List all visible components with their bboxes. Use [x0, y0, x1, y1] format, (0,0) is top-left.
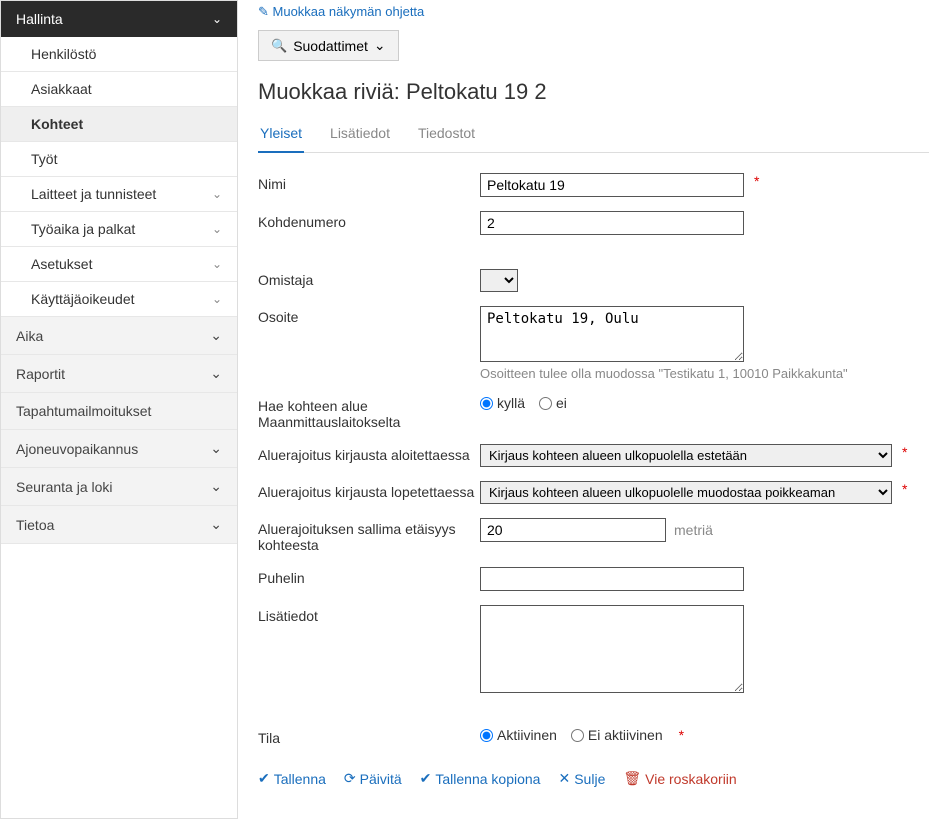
sidebar-group-label: Seuranta ja loki	[16, 479, 113, 495]
target-number-input[interactable]	[480, 211, 744, 235]
label-address: Osoite	[258, 306, 480, 325]
distance-unit: metriä	[674, 518, 713, 538]
address-textarea[interactable]: Peltokatu 19, Oulu	[480, 306, 744, 362]
chevron-down-icon: ⌄	[210, 365, 222, 382]
edit-help-link[interactable]: Muokkaa näkymän ohjetta	[258, 0, 929, 30]
limit-start-select[interactable]: Kirjaus kohteen alueen ulkopuolella este…	[480, 444, 892, 467]
sidebar-item-kayttajaoikeudet[interactable]: Käyttäjäoikeudet ⌄	[1, 282, 237, 317]
name-input[interactable]	[480, 173, 744, 197]
sidebar-group-label: Aika	[16, 328, 43, 344]
label-info: Lisätiedot	[258, 605, 480, 624]
trash-button[interactable]: 🗑 Vie roskakoriin	[623, 770, 736, 787]
sidebar-group-tapahtumailmoitukset[interactable]: Tapahtumailmoitukset	[1, 393, 237, 430]
save-button[interactable]: ✔ Tallenna	[258, 770, 326, 787]
sidebar-item-asetukset[interactable]: Asetukset ⌄	[1, 247, 237, 282]
sidebar-item-label: Asetukset	[31, 256, 92, 272]
label-limit-end: Aluerajoitus kirjausta lopetettaessa	[258, 481, 480, 500]
chevron-down-icon: ⌄	[210, 440, 222, 457]
limit-end-select[interactable]: Kirjaus kohteen alueen ulkopuolelle muod…	[480, 481, 892, 504]
sidebar-item-label: Henkilöstö	[31, 46, 96, 62]
check-icon: ✔	[258, 770, 270, 787]
chevron-down-icon: ⌄	[210, 516, 222, 533]
refresh-button[interactable]: ⟳ Päivitä	[344, 770, 402, 787]
radio-status-active[interactable]: Aktiivinen	[480, 727, 557, 743]
radio-status-inactive-input[interactable]	[571, 729, 584, 742]
required-marker: *	[902, 444, 907, 460]
sidebar-group-aika[interactable]: Aika ⌄	[1, 317, 237, 355]
refresh-icon: ⟳	[344, 770, 356, 787]
radio-fetch-yes-input[interactable]	[480, 397, 493, 410]
sidebar-item-asiakkaat[interactable]: Asiakkaat	[1, 72, 237, 107]
chevron-down-icon: ⌄	[210, 327, 222, 344]
label-name: Nimi	[258, 173, 480, 192]
radio-fetch-no[interactable]: ei	[539, 395, 567, 411]
label-limit-start: Aluerajoitus kirjausta aloitettaessa	[258, 444, 480, 463]
save-copy-button[interactable]: ✔ Tallenna kopiona	[420, 770, 541, 787]
sidebar-item-kohteet[interactable]: Kohteet	[1, 107, 237, 142]
chevron-down-icon: ⌄	[212, 257, 222, 271]
sidebar-group-label: Tapahtumailmoitukset	[16, 403, 151, 419]
chevron-down-icon: ⌄	[212, 187, 222, 201]
sidebar-item-label: Käyttäjäoikeudet	[31, 291, 135, 307]
close-button[interactable]: ✕ Sulje	[558, 770, 605, 787]
tab-lisatiedot[interactable]: Lisätiedot	[328, 119, 392, 152]
chevron-down-icon: ⌄	[210, 478, 222, 495]
sidebar-group-label: Ajoneuvopaikannus	[16, 441, 138, 457]
chevron-down-icon: ⌄	[212, 292, 222, 306]
radio-status-active-input[interactable]	[480, 729, 493, 742]
trash-icon: 🗑	[623, 770, 641, 787]
tab-yleiset[interactable]: Yleiset	[258, 119, 304, 153]
required-marker: *	[754, 173, 759, 189]
sidebar-item-laitteet[interactable]: Laitteet ja tunnisteet ⌄	[1, 177, 237, 212]
chevron-down-icon: ⌄	[212, 222, 222, 236]
radio-fetch-yes[interactable]: kyllä	[480, 395, 525, 411]
sidebar: Hallinta ⌄ Henkilöstö Asiakkaat Kohteet …	[0, 0, 238, 819]
tabs: Yleiset Lisätiedot Tiedostot	[258, 119, 929, 153]
sidebar-group-seuranta[interactable]: Seuranta ja loki ⌄	[1, 468, 237, 506]
owner-select[interactable]	[480, 269, 518, 292]
required-marker: *	[679, 727, 684, 743]
chevron-down-icon: ⌄	[374, 37, 386, 54]
sidebar-item-label: Asiakkaat	[31, 81, 92, 97]
phone-input[interactable]	[480, 567, 744, 591]
info-textarea[interactable]	[480, 605, 744, 693]
label-phone: Puhelin	[258, 567, 480, 586]
tab-tiedostot[interactable]: Tiedostot	[416, 119, 477, 152]
radio-fetch-no-input[interactable]	[539, 397, 552, 410]
sidebar-group-label: Tietoa	[16, 517, 54, 533]
check-icon: ✔	[420, 770, 432, 787]
label-owner: Omistaja	[258, 269, 480, 288]
page-title: Muokkaa riviä: Peltokatu 19 2	[258, 79, 929, 105]
address-hint: Osoitteen tulee olla muodossa "Testikatu…	[258, 366, 929, 381]
sidebar-group-raportit[interactable]: Raportit ⌄	[1, 355, 237, 393]
label-fetch-area: Hae kohteen alue Maanmittauslaitokselta	[258, 395, 480, 430]
radio-status-inactive[interactable]: Ei aktiivinen	[571, 727, 663, 743]
sidebar-item-tyoaika[interactable]: Työaika ja palkat ⌄	[1, 212, 237, 247]
close-icon: ✕	[558, 770, 570, 787]
filters-button[interactable]: 🔍 Suodattimet ⌄	[258, 30, 399, 61]
distance-input[interactable]	[480, 518, 666, 542]
sidebar-group-tietoa[interactable]: Tietoa ⌄	[1, 506, 237, 544]
sidebar-group-label: Raportit	[16, 366, 65, 382]
label-target-number: Kohdenumero	[258, 211, 480, 230]
sidebar-item-label: Laitteet ja tunnisteet	[31, 186, 156, 202]
sidebar-item-tyot[interactable]: Työt	[1, 142, 237, 177]
sidebar-group-ajoneuvopaikannus[interactable]: Ajoneuvopaikannus ⌄	[1, 430, 237, 468]
chevron-down-icon: ⌄	[212, 12, 222, 26]
filters-button-label: Suodattimet	[293, 38, 368, 54]
action-bar: ✔ Tallenna ⟳ Päivitä ✔ Tallenna kopiona …	[258, 760, 929, 787]
sidebar-header-hallinta[interactable]: Hallinta ⌄	[1, 1, 237, 37]
label-status: Tila	[258, 727, 480, 746]
sidebar-item-label: Kohteet	[31, 116, 83, 132]
main-content: Muokkaa näkymän ohjetta 🔍 Suodattimet ⌄ …	[238, 0, 949, 819]
sidebar-item-henkilosto[interactable]: Henkilöstö	[1, 37, 237, 72]
required-marker: *	[902, 481, 907, 497]
sidebar-item-label: Työaika ja palkat	[31, 221, 135, 237]
label-distance: Aluerajoituksen sallima etäisyys kohtees…	[258, 518, 480, 553]
sidebar-header-label: Hallinta	[16, 11, 63, 27]
search-icon: 🔍	[271, 38, 287, 54]
sidebar-item-label: Työt	[31, 151, 57, 167]
